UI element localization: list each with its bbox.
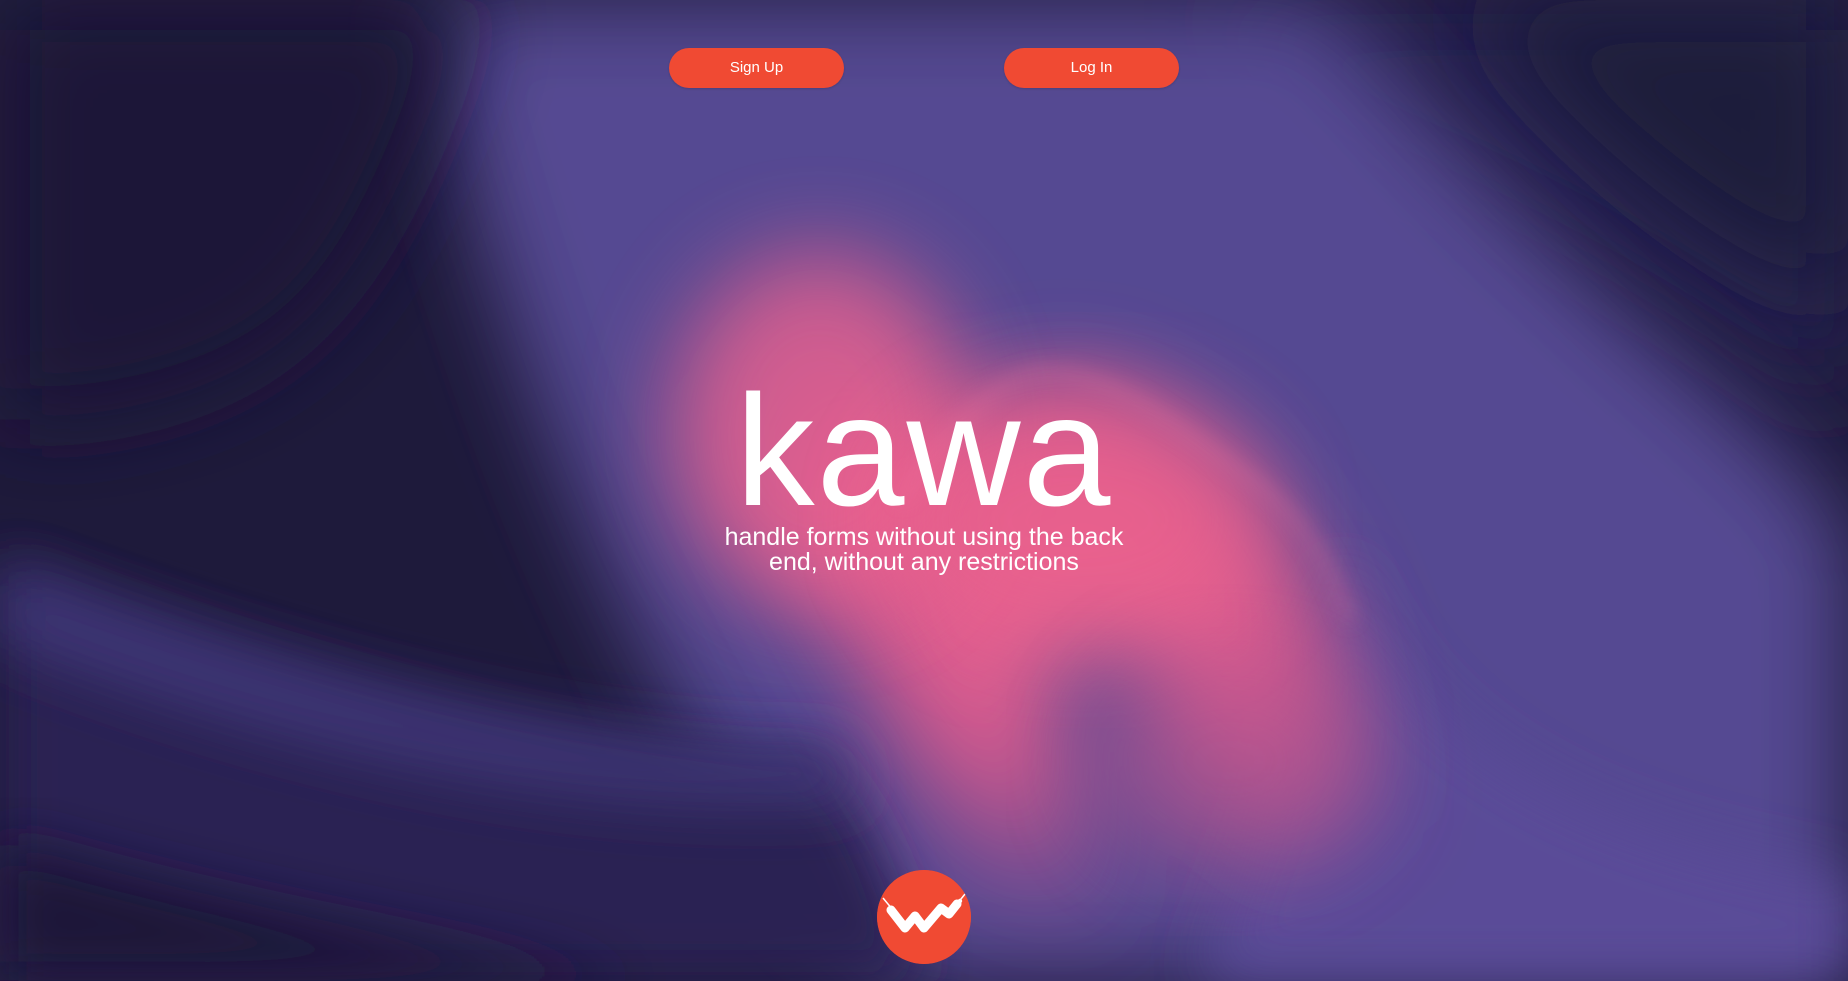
sign-up-button[interactable]: Sign Up [669,48,844,88]
hero-subtitle: handle forms without using the back end,… [0,525,1848,575]
hero-subtitle-line-2: end, without any restrictions [769,548,1079,576]
log-in-button[interactable]: Log In [1004,48,1179,88]
landing-page: Sign Up Log In kawa handle forms without… [0,0,1848,981]
hero-subtitle-line-1: handle forms without using the back [724,523,1124,551]
kawa-logo-button[interactable] [877,870,971,964]
kawa-w-logo-icon [877,870,971,964]
hero-title: kawa [735,363,1113,539]
